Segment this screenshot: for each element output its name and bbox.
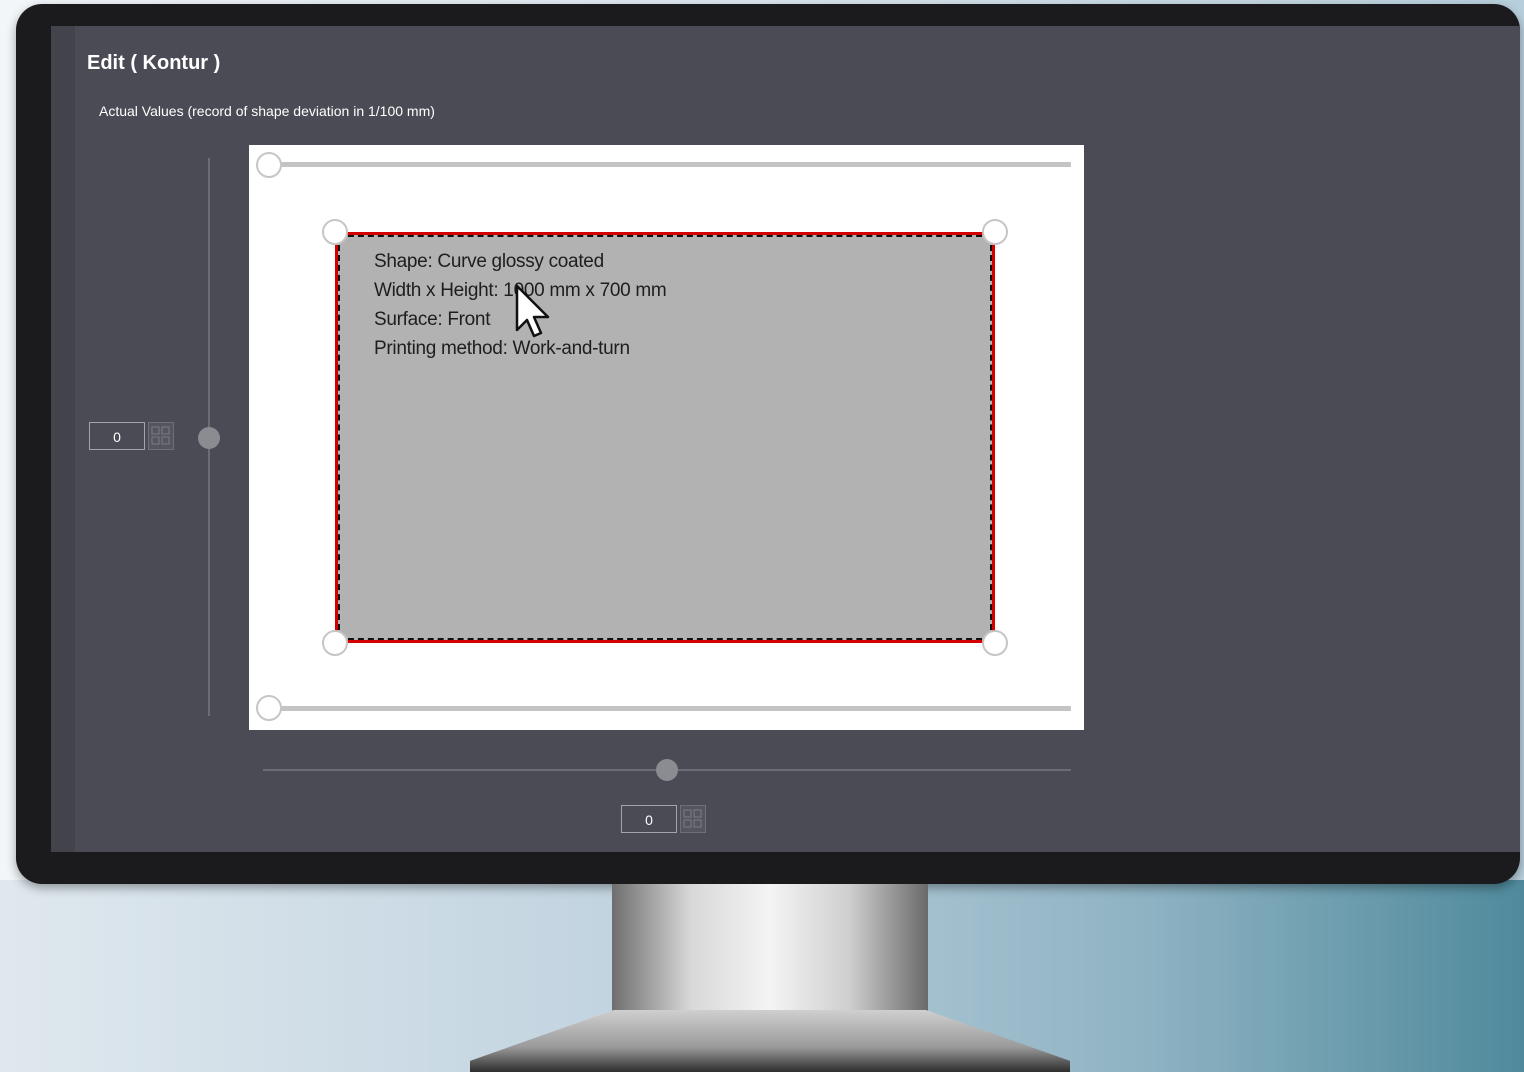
vertical-slider-thumb[interactable] (198, 427, 220, 449)
corner-handle-top-right[interactable] (982, 219, 1008, 245)
monitor-stand-base (470, 1010, 1070, 1072)
top-rail (269, 162, 1071, 167)
contour-canvas[interactable]: Shape: Curve glossy coated Width x Heigh… (249, 145, 1084, 730)
vertical-grid-button[interactable] (148, 422, 174, 450)
horizontal-grid-button[interactable] (680, 805, 706, 833)
shape-name: Shape: Curve glossy coated (374, 251, 604, 272)
horizontal-value-input[interactable]: 0 (621, 805, 677, 833)
window-subtitle: Actual Values (record of shape deviation… (99, 103, 435, 119)
screen-left-edge (51, 26, 75, 852)
corner-handle-top-left[interactable] (322, 219, 348, 245)
grid-icon (683, 809, 702, 828)
monitor-bezel: Edit ( Kontur ) Actual Values (record of… (16, 4, 1520, 884)
corner-handle-bottom-right[interactable] (982, 630, 1008, 656)
vertical-value-input[interactable]: 0 (89, 422, 145, 450)
horizontal-slider-thumb[interactable] (656, 759, 678, 781)
mouse-cursor-icon (515, 284, 550, 338)
contour-shape[interactable]: Shape: Curve glossy coated Width x Heigh… (335, 232, 995, 643)
grid-icon (151, 426, 170, 445)
window-title: Edit ( Kontur ) (87, 52, 221, 74)
corner-handle-bottom-left[interactable] (322, 630, 348, 656)
screen: Edit ( Kontur ) Actual Values (record of… (51, 26, 1520, 852)
bottom-rail-handle[interactable] (256, 695, 282, 721)
top-rail-handle[interactable] (256, 152, 282, 178)
bottom-rail (269, 706, 1071, 711)
